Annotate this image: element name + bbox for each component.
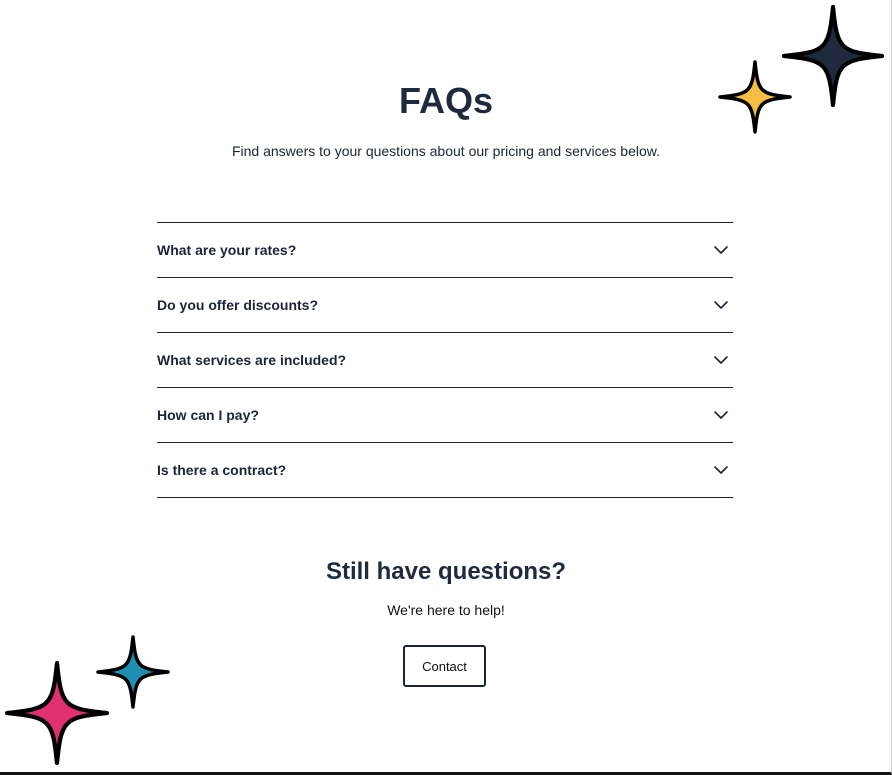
- contact-button[interactable]: Contact: [403, 645, 486, 687]
- faq-question: How can I pay?: [157, 407, 259, 423]
- faq-item-contract[interactable]: Is there a contract?: [157, 443, 733, 498]
- chevron-down-icon[interactable]: [713, 462, 729, 478]
- faq-item-services[interactable]: What services are included?: [157, 333, 733, 388]
- chevron-down-icon[interactable]: [713, 352, 729, 368]
- chevron-down-icon[interactable]: [713, 407, 729, 423]
- faq-question: What are your rates?: [157, 242, 297, 258]
- cta-text: We're here to help!: [387, 602, 505, 618]
- faq-item-payment[interactable]: How can I pay?: [157, 388, 733, 443]
- faq-list: What are your rates? Do you offer discou…: [157, 222, 733, 498]
- chevron-down-icon[interactable]: [713, 297, 729, 313]
- sparkle-pink-icon: [0, 656, 114, 770]
- faq-question: Do you offer discounts?: [157, 297, 318, 313]
- chevron-down-icon[interactable]: [713, 242, 729, 258]
- page-title: FAQs: [398, 80, 494, 121]
- faq-item-rates[interactable]: What are your rates?: [157, 223, 733, 278]
- cta-heading: Still have questions?: [325, 558, 567, 585]
- page-subtitle: Find answers to your questions about our…: [231, 143, 660, 159]
- faq-question: Is there a contract?: [157, 462, 287, 478]
- faq-question: What services are included?: [157, 352, 347, 368]
- faq-item-discounts[interactable]: Do you offer discounts?: [157, 278, 733, 333]
